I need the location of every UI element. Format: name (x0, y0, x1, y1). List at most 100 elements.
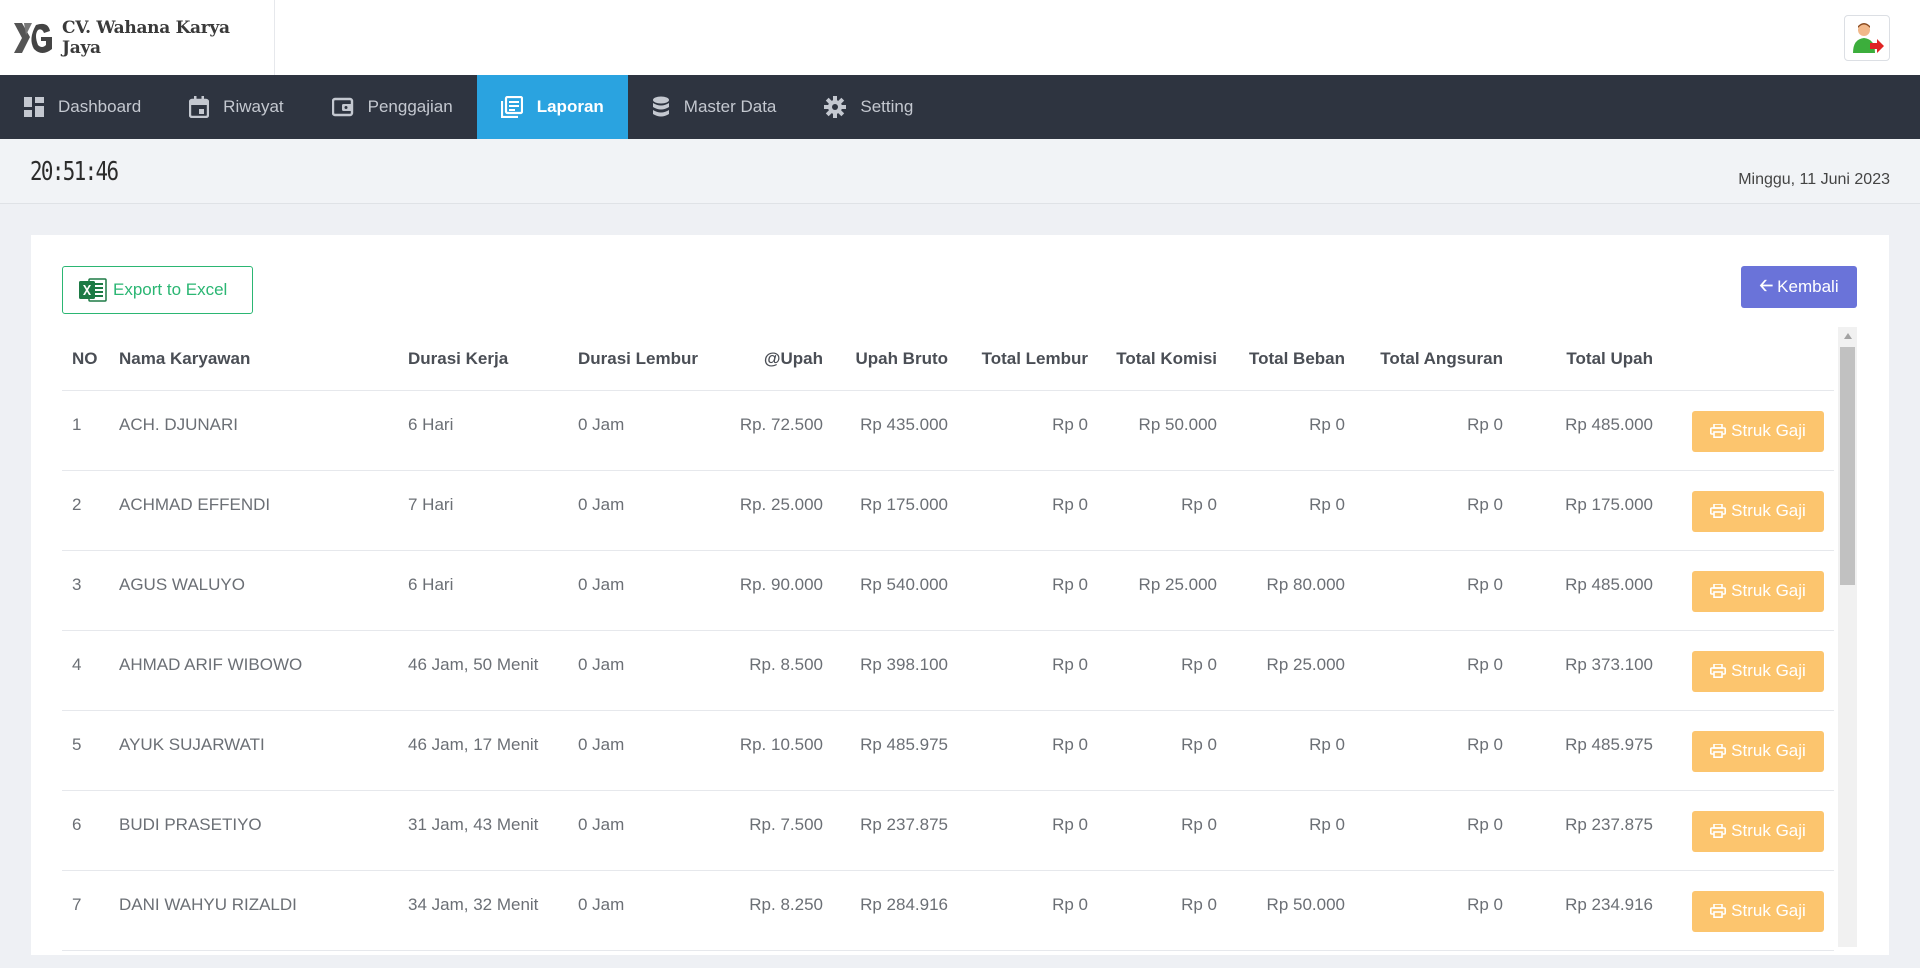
print-payslip-button[interactable]: Struk Gaji (1692, 810, 1824, 852)
cell-durasi-lembur: 0 Jam (568, 550, 708, 631)
table-row: 3 AGUS WALUYO 6 Hari 0 Jam Rp. 90.000 Rp 540.… (62, 550, 1834, 631)
cell-no: 1 (62, 390, 109, 471)
cell-nama: BUDI PRASETIYO (109, 790, 398, 871)
cell-upah-bruto: Rp 284.916 (833, 870, 958, 951)
print-payslip-label: Struk Gaji (1731, 421, 1806, 440)
cell-durasi-lembur: 0 Jam (568, 470, 708, 551)
cell-total-beban: Rp 50.000 (1227, 870, 1355, 951)
cell-upah: Rp. 7.500 (708, 790, 833, 871)
cell-no: 5 (62, 710, 109, 791)
table-row: 5 AYUK SUJARWATI 46 Jam, 17 Menit 0 Jam Rp. … (62, 710, 1834, 791)
cell-total-lembur: Rp 0 (958, 630, 1098, 711)
print-payslip-button[interactable]: Struk Gaji (1692, 890, 1824, 932)
back-label: Kembali (1777, 277, 1839, 296)
main-navbar: Dashboard Riwayat Penggajian Laporan Mas… (0, 75, 1920, 139)
cell-total-angsuran: Rp 0 (1355, 870, 1513, 951)
cell-total-beban: Rp 0 (1227, 710, 1355, 791)
cell-total-komisi: Rp 0 (1098, 470, 1227, 551)
table-scrollbar[interactable] (1838, 327, 1857, 947)
user-logout-button[interactable] (1844, 15, 1890, 61)
arrow-left-icon: 🡠 (1759, 275, 1774, 295)
cell-nama: AHMAD ARIF WIBOWO (109, 630, 398, 711)
cell-nama: ACHMAD EFFENDI (109, 470, 398, 551)
cell-upah-bruto: Rp 237.875 (833, 790, 958, 871)
print-icon (1710, 824, 1727, 838)
report-icon (500, 96, 523, 118)
print-icon (1710, 904, 1727, 918)
nav-item-riwayat[interactable]: Riwayat (165, 75, 307, 139)
cell-action: Struk Gaji (1663, 630, 1834, 711)
print-payslip-button[interactable]: Struk Gaji (1692, 730, 1824, 772)
col-header-durasi-lembur: Durasi Lembur (568, 328, 708, 391)
print-payslip-button[interactable]: Struk Gaji (1692, 490, 1824, 532)
cell-durasi-kerja: 7 Hari (398, 470, 568, 551)
cell-durasi-kerja: 34 Jam, 32 Menit (398, 870, 568, 951)
print-payslip-label: Struk Gaji (1731, 581, 1806, 600)
col-header-total-angsuran: Total Angsuran (1355, 328, 1513, 391)
cell-total-angsuran: Rp 0 (1355, 550, 1513, 631)
cell-durasi-lembur: 0 Jam (568, 790, 708, 871)
cell-total-komisi: Rp 0 (1098, 630, 1227, 711)
col-header-total-komisi: Total Komisi (1098, 328, 1227, 391)
cell-no: 3 (62, 550, 109, 631)
print-payslip-label: Struk Gaji (1731, 501, 1806, 520)
print-payslip-label: Struk Gaji (1731, 661, 1806, 680)
cell-nama: DANI WAHYU RIZALDI (109, 870, 398, 951)
cell-upah-bruto: Rp 540.000 (833, 550, 958, 631)
cell-total-upah: Rp 485.975 (1513, 710, 1663, 791)
print-payslip-button[interactable]: Struk Gaji (1692, 410, 1824, 452)
cell-upah: Rp. 72.500 (708, 390, 833, 471)
cell-durasi-lembur: 0 Jam (568, 390, 708, 471)
print-icon (1710, 584, 1727, 598)
scrollbar-thumb[interactable] (1840, 347, 1855, 585)
cell-nama: ACH. DJUNARI (109, 390, 398, 471)
nav-label: Riwayat (223, 97, 284, 116)
nav-label: Setting (860, 97, 914, 116)
col-header-upah-bruto: Upah Bruto (833, 328, 958, 391)
nav-label: Laporan (536, 97, 604, 116)
nav-item-penggajian[interactable]: Penggajian (308, 75, 477, 139)
cell-action: Struk Gaji (1663, 470, 1834, 551)
print-payslip-button[interactable]: Struk Gaji (1692, 650, 1824, 692)
cell-action: Struk Gaji (1663, 550, 1834, 631)
print-payslip-button[interactable]: Struk Gaji (1692, 570, 1824, 612)
cell-total-lembur: Rp 0 (958, 790, 1098, 871)
cell-durasi-lembur: 0 Jam (568, 630, 708, 711)
nav-label: Penggajian (367, 97, 453, 116)
col-header-nama: Nama Karyawan (109, 328, 398, 391)
cell-nama: AYUK SUJARWATI (109, 710, 398, 791)
export-excel-button[interactable]: Export to Excel (62, 266, 253, 314)
top-header: CV. Wahana Karya Jaya (0, 0, 1920, 75)
cell-total-lembur: Rp 0 (958, 870, 1098, 951)
nav-item-dashboard[interactable]: Dashboard (0, 75, 165, 139)
cell-upah-bruto: Rp 175.000 (833, 470, 958, 551)
table-body: 1 ACH. DJUNARI 6 Hari 0 Jam Rp. 72.500 Rp 435… (62, 390, 1834, 951)
brand[interactable]: CV. Wahana Karya Jaya (0, 0, 275, 75)
table-row: 2 ACHMAD EFFENDI 7 Hari 0 Jam Rp. 25.000 Rp 1… (62, 470, 1834, 551)
back-button[interactable]: 🡠 Kembali (1741, 266, 1857, 308)
cell-total-beban: Rp 80.000 (1227, 550, 1355, 631)
print-icon (1710, 744, 1727, 758)
cell-upah: Rp. 8.500 (708, 630, 833, 711)
cell-upah-bruto: Rp 485.975 (833, 710, 958, 791)
cell-total-lembur: Rp 0 (958, 470, 1098, 551)
cell-total-lembur: Rp 0 (958, 710, 1098, 791)
nav-label: Master Data (683, 97, 777, 116)
cell-durasi-kerja: 6 Hari (398, 390, 568, 471)
cell-total-upah: Rp 485.000 (1513, 390, 1663, 471)
nav-item-laporan[interactable]: Laporan (476, 75, 628, 139)
wallet-icon (331, 97, 353, 117)
nav-item-setting[interactable]: Setting (800, 75, 937, 139)
nav-item-master-data[interactable]: Master Data (628, 75, 801, 139)
cell-total-angsuran: Rp 0 (1355, 710, 1513, 791)
cell-no: 7 (62, 870, 109, 951)
col-header-total-upah: Total Upah (1513, 328, 1663, 391)
scroll-up-arrow-icon[interactable] (1838, 327, 1857, 345)
dashboard-icon (24, 97, 44, 117)
cell-total-lembur: Rp 0 (958, 390, 1098, 471)
cell-upah-bruto: Rp 435.000 (833, 390, 958, 471)
cell-action: Struk Gaji (1663, 710, 1834, 791)
cell-total-komisi: Rp 0 (1098, 790, 1227, 871)
cell-total-beban: Rp 0 (1227, 790, 1355, 871)
cell-upah: Rp. 10.500 (708, 710, 833, 791)
